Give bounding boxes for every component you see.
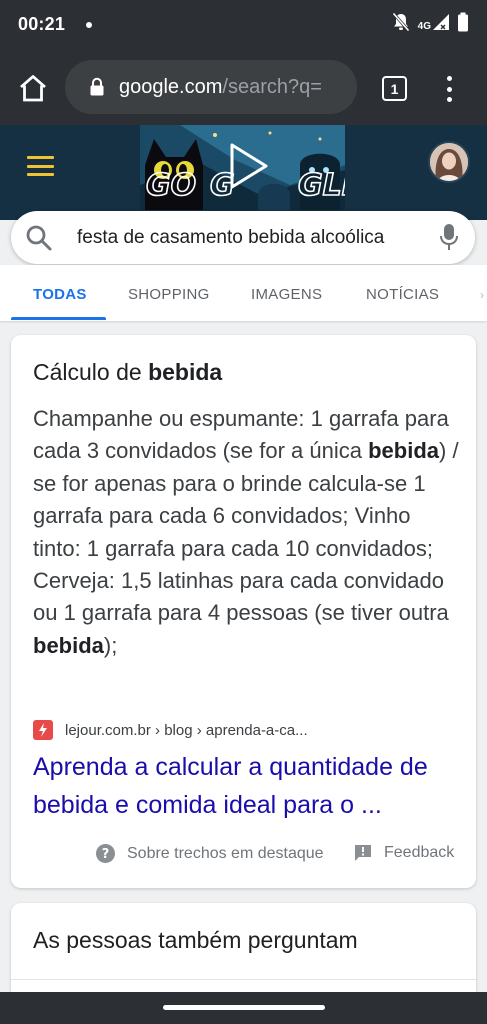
- svg-text:?: ?: [102, 847, 110, 862]
- snippet-title-normal: Cálculo de: [33, 359, 149, 385]
- account-avatar[interactable]: [428, 141, 470, 183]
- search-icon[interactable]: [25, 224, 53, 252]
- people-also-ask-title: As pessoas também perguntam: [33, 927, 358, 953]
- google-header: GO G GLE: [0, 125, 487, 220]
- svg-text:GLE: GLE: [298, 168, 345, 203]
- menu-bar: [27, 156, 54, 159]
- home-icon: [20, 75, 46, 102]
- google-doodle-logo[interactable]: GO G GLE: [140, 125, 345, 210]
- snippet-part: ) / se for apenas para o brinde calcula-…: [33, 438, 459, 626]
- menu-bar: [27, 173, 54, 176]
- active-tab-indicator: [11, 317, 106, 320]
- address-bar[interactable]: google.com/search?q=: [65, 60, 357, 114]
- more-vert-icon[interactable]: [440, 74, 458, 104]
- snippet-part: );: [103, 632, 118, 658]
- browser-toolbar: google.com/search?q= 1: [0, 50, 487, 125]
- snippet-footer: ? Sobre trechos em destaque Feedback: [11, 844, 476, 868]
- menu-icon[interactable]: [27, 156, 54, 176]
- notifications-off-icon: [392, 12, 410, 32]
- about-snippets-label: Sobre trechos em destaque: [127, 844, 324, 862]
- feedback-label: Feedback: [384, 844, 455, 861]
- menu-dot: [446, 86, 452, 92]
- snippet-text: Champanhe ou espumante: 1 garrafa para c…: [33, 403, 463, 662]
- feedback-button[interactable]: Feedback: [354, 844, 454, 862]
- home-button[interactable]: [16, 72, 50, 104]
- menu-bar: [27, 164, 54, 168]
- network-type-label: 4G: [417, 20, 431, 32]
- about-snippets-button[interactable]: ? Sobre trechos em destaque: [96, 844, 324, 863]
- menu-dot: [446, 97, 452, 102]
- notification-dot-icon: [86, 22, 92, 28]
- search-tabs: TODAS SHOPPING IMAGENS NOTÍCIAS ›: [0, 265, 487, 321]
- mic-icon[interactable]: [439, 223, 459, 251]
- battery-icon: [458, 12, 468, 32]
- tab-switcher-button[interactable]: 1: [382, 76, 407, 101]
- tab-imagens[interactable]: IMAGENS: [251, 286, 322, 303]
- search-query[interactable]: festa de casamento bebida alcoólica: [77, 227, 439, 249]
- featured-snippet-card: Cálculo de bebida Champanhe ou espumante…: [11, 335, 476, 888]
- status-icons: 4G: [392, 12, 469, 32]
- source-row[interactable]: lejour.com.br › blog › aprenda-a-ca...: [33, 720, 308, 740]
- help-icon: ?: [96, 844, 115, 863]
- status-time: 00:21: [18, 14, 66, 34]
- status-bar: 00:21 4G: [0, 0, 487, 50]
- signal-icon: [433, 14, 449, 30]
- url-path: /search?q=: [222, 75, 322, 98]
- svg-text:GO: GO: [146, 168, 196, 203]
- tab-noticias[interactable]: NOTÍCIAS: [366, 286, 439, 303]
- avatar-image: [430, 143, 468, 181]
- site-favicon-icon: [33, 720, 53, 740]
- search-input[interactable]: festa de casamento bebida alcoólica: [11, 211, 475, 264]
- snippet-title: Cálculo de bebida: [33, 359, 222, 386]
- feedback-icon: [355, 845, 371, 861]
- tab-shopping[interactable]: SHOPPING: [128, 286, 210, 303]
- url-text: google.com/search?q=: [119, 76, 322, 99]
- url-host: google.com: [119, 75, 223, 98]
- more-tabs-chevron-icon[interactable]: ›: [480, 288, 487, 302]
- lock-icon: [90, 77, 104, 96]
- menu-dot: [446, 76, 452, 81]
- divider: [11, 979, 476, 980]
- snippet-part-bold: bebida: [368, 438, 439, 464]
- result-title-link[interactable]: Aprenda a calcular a quantidade de bebid…: [33, 748, 463, 824]
- tab-todas[interactable]: TODAS: [33, 286, 87, 303]
- source-breadcrumb[interactable]: lejour.com.br › blog › aprenda-a-ca...: [65, 722, 308, 739]
- home-gesture-handle[interactable]: [163, 1005, 325, 1010]
- system-nav-bar: [0, 992, 487, 1024]
- snippet-title-bold: bebida: [148, 359, 223, 385]
- snippet-part-bold: bebida: [33, 632, 104, 658]
